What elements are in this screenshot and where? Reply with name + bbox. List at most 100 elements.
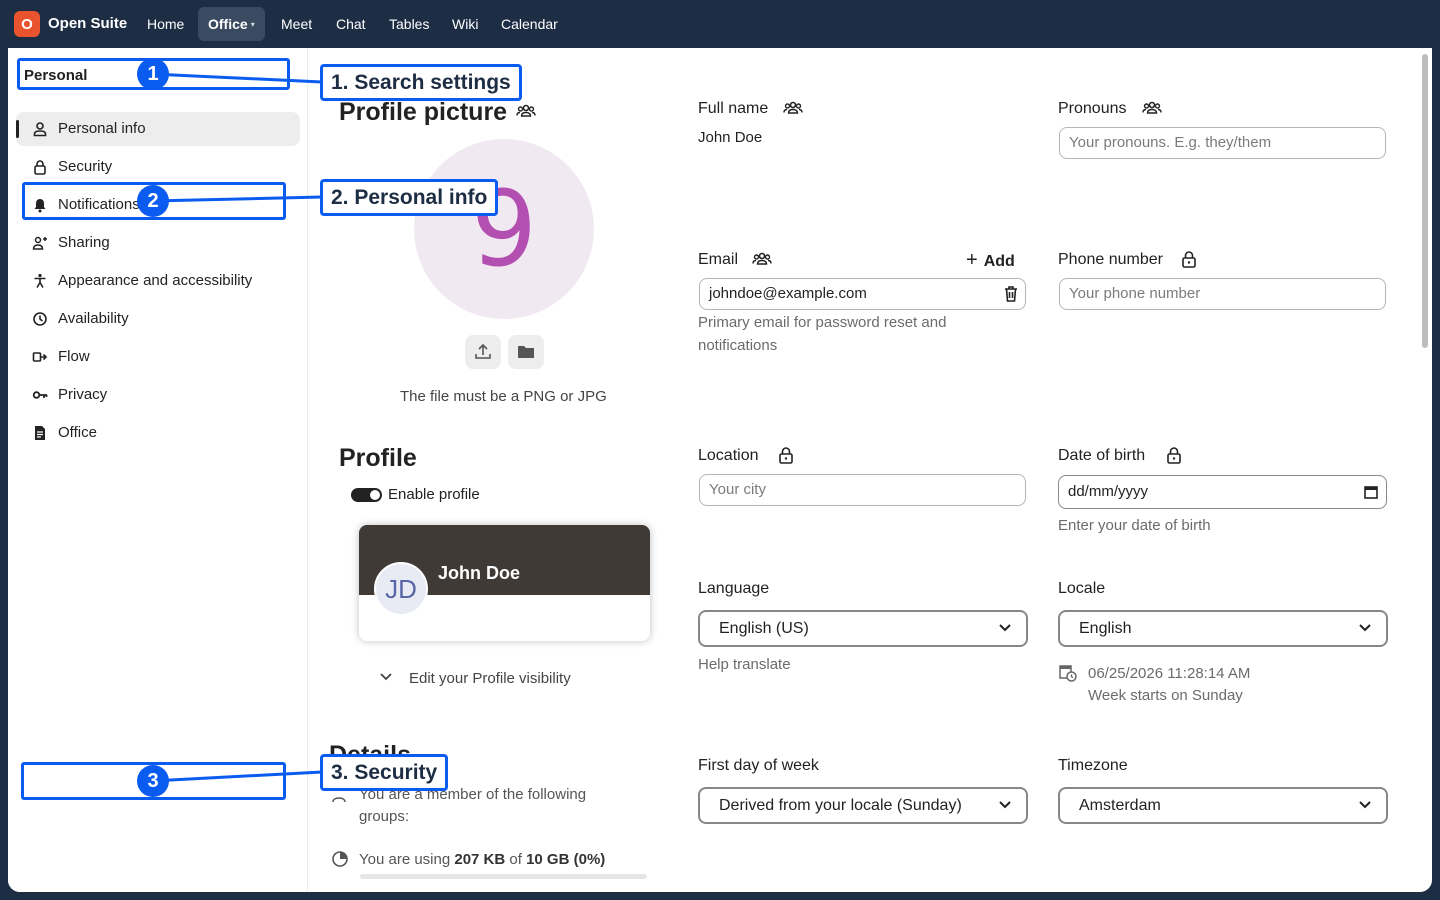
dob-input[interactable]: dd/mm/yyyy — [1058, 475, 1387, 509]
locale-select[interactable]: English — [1058, 610, 1388, 647]
group-visibility-icon[interactable] — [1142, 98, 1162, 118]
quota-prefix: You are using — [359, 851, 455, 868]
annotation-label-2: 2. Personal info — [320, 179, 499, 216]
sidebar-item-availability[interactable]: Availability — [16, 302, 300, 336]
nav-meet-label: Meet — [281, 16, 313, 32]
lock-icon[interactable] — [1179, 249, 1199, 269]
language-selected: English (US) — [719, 620, 809, 637]
profile-card-avatar: JD — [374, 562, 428, 616]
pick-from-files-button[interactable] — [508, 335, 544, 369]
email-hint: Primary email for password reset and not… — [698, 314, 947, 354]
lock-icon[interactable] — [776, 445, 796, 465]
scrollbar-thumb[interactable] — [1422, 54, 1428, 348]
document-icon — [35, 426, 45, 440]
key-icon — [32, 391, 48, 399]
quota-usage-text: You are using 207 KB of 10 GB (0%) — [359, 848, 605, 871]
profile-card-name: John Doe — [438, 563, 521, 583]
quota-of: of — [505, 851, 527, 868]
add-email-label: Add — [983, 253, 1015, 270]
full-name-value[interactable]: John Doe — [698, 129, 762, 146]
enable-profile-toggle[interactable] — [351, 488, 382, 502]
sidebar-item-privacy[interactable]: Privacy — [16, 378, 300, 412]
quota-percent: (0%) — [569, 851, 606, 868]
locale-current-time: 06/25/2026 11:28:14 AM — [1088, 665, 1251, 682]
group-visibility-icon[interactable] — [783, 98, 803, 118]
email-field[interactable]: johndoe@example.com — [699, 278, 1026, 310]
sidebar-item-office[interactable]: Office — [16, 416, 300, 450]
profile-avatar: 9 — [414, 139, 594, 319]
active-indicator — [16, 120, 19, 138]
personal-info-content: Profile picture 9 The file must be a PNG… — [309, 48, 1432, 892]
plus-icon: + — [966, 249, 978, 271]
group-visibility-icon[interactable] — [516, 101, 536, 121]
sidebar-item-label: Availability — [58, 310, 129, 327]
locale-selected: English — [1079, 620, 1132, 637]
trash-icon[interactable] — [1003, 285, 1019, 303]
quota-progress-bar — [360, 874, 647, 879]
nav-tables[interactable]: Tables — [379, 7, 439, 41]
locale-label: Locale — [1058, 580, 1106, 597]
dob-value: dd/mm/yyyy — [1068, 483, 1149, 500]
annotation-number-2: 2 — [137, 185, 169, 217]
sidebar-item-personal-info[interactable]: Personal info — [16, 112, 300, 146]
top-navigation-bar: O Open Suite Home Office ▾ Meet Chat Tabl… — [0, 0, 1440, 48]
annotation-label-1: 1. Search settings — [320, 64, 522, 101]
nav-wiki[interactable]: Wiki — [442, 7, 488, 41]
dob-hint: Enter your date of birth — [1058, 517, 1211, 534]
quota-used: 207 KB — [454, 851, 506, 868]
dob-label: Date of birth — [1058, 447, 1146, 464]
nav-chat-label: Chat — [336, 16, 366, 32]
nav-meet[interactable]: Meet — [271, 7, 322, 41]
calendar-icon[interactable] — [1364, 484, 1378, 500]
nav-calendar[interactable]: Calendar — [491, 7, 568, 41]
chevron-down-icon — [999, 624, 1011, 632]
language-label: Language — [698, 580, 770, 597]
sidebar-item-appearance[interactable]: Appearance and accessibility — [16, 264, 300, 298]
nav-chat[interactable]: Chat — [326, 7, 376, 41]
group-visibility-icon[interactable] — [752, 249, 772, 269]
location-label: Location — [698, 447, 759, 464]
profile-visibility-link[interactable]: Edit your Profile visibility — [409, 670, 571, 687]
chevron-down-icon — [1359, 624, 1371, 632]
email-label: Email — [698, 251, 739, 268]
sidebar-item-label: Office — [58, 424, 97, 441]
add-email-button[interactable]: + Add — [966, 249, 1015, 272]
lock-icon[interactable] — [1164, 445, 1184, 465]
nav-office-label: Office — [208, 16, 248, 32]
upload-avatar-button[interactable] — [465, 335, 501, 369]
language-select[interactable]: English (US) — [698, 610, 1028, 647]
full-name-label: Full name — [698, 100, 769, 117]
sidebar-item-security[interactable]: Security — [16, 150, 300, 184]
help-translate-link[interactable]: Help translate — [698, 653, 791, 676]
sidebar-item-label: Flow — [58, 348, 90, 365]
pronouns-input[interactable]: Your pronouns. E.g. they/them — [1059, 127, 1386, 159]
nav-tables-label: Tables — [389, 16, 430, 32]
chevron-down-icon[interactable] — [379, 672, 393, 682]
location-input[interactable]: Your city — [699, 474, 1026, 506]
calendar-clock-icon — [1059, 665, 1077, 682]
sidebar-item-label: Security — [58, 158, 113, 175]
sidebar-item-label: Appearance and accessibility — [58, 272, 253, 289]
share-user-icon — [32, 236, 47, 250]
user-icon — [33, 122, 47, 137]
annotation-label-3: 3. Security — [320, 754, 449, 791]
locale-week-start: Week starts on Sunday — [1088, 687, 1243, 704]
first-day-select[interactable]: Derived from your locale (Sunday) — [698, 787, 1028, 824]
upload-icon — [475, 343, 491, 359]
timezone-select[interactable]: Amsterdam — [1058, 787, 1388, 824]
sidebar-item-label: Sharing — [58, 234, 110, 251]
enable-profile-label: Enable profile — [388, 486, 480, 503]
avatar-file-hint: The file must be a PNG or JPG — [400, 388, 607, 405]
nav-office[interactable]: Office ▾ — [198, 7, 265, 41]
phone-input[interactable]: Your phone number — [1059, 278, 1386, 310]
chevron-down-icon — [999, 801, 1011, 809]
sidebar-item-flow[interactable]: Flow — [16, 340, 300, 374]
timezone-selected: Amsterdam — [1079, 797, 1161, 814]
phone-label: Phone number — [1058, 251, 1163, 268]
brand-name[interactable]: Open Suite — [48, 15, 127, 32]
chevron-down-icon — [1359, 801, 1371, 809]
nav-wiki-label: Wiki — [452, 16, 479, 32]
sidebar-item-sharing[interactable]: Sharing — [16, 226, 300, 260]
app-logo[interactable]: O — [14, 11, 40, 37]
nav-home[interactable]: Home — [137, 7, 194, 41]
